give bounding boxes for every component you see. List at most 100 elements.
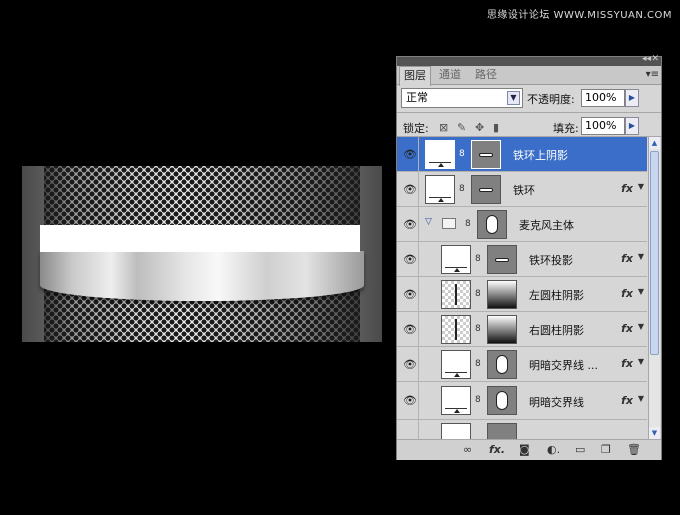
expand-effects-icon[interactable]: ▼ bbox=[638, 182, 644, 191]
add-style-fx-icon[interactable]: fx. bbox=[489, 443, 505, 456]
visibility-cell[interactable] bbox=[397, 420, 419, 439]
visibility-cell[interactable]: 👁 bbox=[397, 312, 419, 346]
folder-icon bbox=[442, 218, 456, 229]
eye-icon[interactable]: 👁 bbox=[403, 358, 417, 371]
expand-effects-icon[interactable]: ▼ bbox=[638, 252, 644, 261]
layer-row[interactable]: 👁 8 铁环投影 fx ▼ bbox=[397, 242, 647, 277]
chain-link-icon[interactable]: 8 bbox=[459, 149, 465, 159]
opacity-label: 不透明度: bbox=[527, 93, 575, 106]
chain-link-icon[interactable]: 8 bbox=[465, 219, 471, 229]
close-icon[interactable]: ✕ bbox=[651, 54, 659, 64]
folder-icon[interactable]: ▭ bbox=[575, 443, 585, 456]
watermark: 思缘设计论坛 WWW.MISSYUAN.COM bbox=[486, 10, 672, 21]
layer-thumbnail bbox=[441, 315, 471, 344]
lock-label: 锁定: bbox=[403, 122, 429, 135]
chain-link-icon[interactable]: 8 bbox=[475, 395, 481, 405]
chevron-down-icon[interactable]: ▼ bbox=[507, 91, 520, 105]
eye-icon[interactable]: 👁 bbox=[403, 218, 417, 231]
group-name: 麦克风主体 bbox=[519, 219, 574, 232]
layer-name: 明暗交界线 bbox=[529, 396, 584, 409]
visibility-cell[interactable]: 👁 bbox=[397, 277, 419, 311]
expand-effects-icon[interactable]: ▼ bbox=[638, 287, 644, 296]
add-mask-icon[interactable]: ◙ bbox=[519, 443, 530, 456]
panel-tabs: 图层 通道 路径 ▾≡ bbox=[397, 66, 661, 86]
fx-icon[interactable]: fx bbox=[621, 394, 633, 407]
layer-row[interactable] bbox=[397, 420, 647, 439]
visibility-cell[interactable]: 👁 bbox=[397, 172, 419, 206]
layers-footer-toolbar: ∞ fx. ◙ ◐. ▭ ❐ 🗑 bbox=[397, 439, 661, 460]
opacity-slider-button[interactable]: ▶ bbox=[625, 89, 639, 107]
blend-mode-select[interactable]: 正常 ▼ bbox=[401, 88, 523, 108]
expand-effects-icon[interactable]: ▼ bbox=[638, 394, 644, 403]
tab-paths[interactable]: 路径 bbox=[471, 66, 501, 84]
layer-row[interactable]: 👁 8 铁环 fx ▼ bbox=[397, 172, 647, 207]
layer-row[interactable]: 👁 8 明暗交界线 ... fx ▼ bbox=[397, 347, 647, 382]
eye-icon[interactable]: 👁 bbox=[403, 323, 417, 336]
chain-link-icon[interactable]: 8 bbox=[475, 254, 481, 264]
lock-image-brush-icon[interactable]: ✎ bbox=[457, 121, 466, 134]
fx-icon[interactable]: fx bbox=[621, 182, 633, 195]
mask-thumbnail bbox=[487, 315, 517, 344]
mask-thumbnail bbox=[487, 245, 517, 274]
adjustment-icon[interactable]: ◐. bbox=[547, 443, 560, 456]
fx-icon[interactable]: fx bbox=[621, 357, 633, 370]
layers-scrollbar[interactable]: ▲ ▼ bbox=[648, 137, 660, 439]
layer-thumbnail bbox=[441, 350, 471, 379]
fill-input[interactable]: 100% bbox=[581, 117, 625, 135]
layer-name: 左圆柱阴影 bbox=[529, 289, 584, 302]
eye-icon[interactable]: 👁 bbox=[403, 183, 417, 196]
mask-thumbnail bbox=[487, 386, 517, 415]
lock-transparent-icon[interactable]: ⊠ bbox=[439, 121, 448, 134]
expand-effects-icon[interactable]: ▼ bbox=[638, 357, 644, 366]
eye-icon[interactable]: 👁 bbox=[403, 394, 417, 407]
mask-thumbnail bbox=[487, 280, 517, 309]
disclosure-triangle-icon[interactable]: ▽ bbox=[425, 217, 432, 227]
tab-layers[interactable]: 图层 bbox=[399, 66, 431, 86]
fx-icon[interactable]: fx bbox=[621, 287, 633, 300]
chain-link-icon[interactable]: 8 bbox=[475, 359, 481, 369]
layer-row[interactable]: 👁 8 铁环上阴影 bbox=[397, 137, 647, 172]
tab-channels[interactable]: 通道 bbox=[435, 66, 465, 84]
layer-group-row[interactable]: 👁 ▽ 8 麦克风主体 bbox=[397, 207, 647, 242]
layer-thumbnail bbox=[425, 175, 455, 204]
ring-top-highlight bbox=[40, 225, 360, 252]
chain-link-icon[interactable]: 8 bbox=[459, 184, 465, 194]
eye-icon[interactable]: 👁 bbox=[403, 288, 417, 301]
fx-icon[interactable]: fx bbox=[621, 322, 633, 335]
mask-thumbnail bbox=[487, 423, 517, 439]
layer-name: 明暗交界线 ... bbox=[529, 359, 598, 372]
chain-link-icon[interactable]: 8 bbox=[475, 324, 481, 334]
layer-name: 铁环上阴影 bbox=[513, 149, 568, 162]
chain-link-icon[interactable]: ∞ bbox=[463, 443, 472, 456]
visibility-cell[interactable]: 👁 bbox=[397, 242, 419, 276]
scrollbar-thumb[interactable] bbox=[650, 151, 659, 355]
canvas-artwork[interactable] bbox=[22, 166, 382, 342]
eye-icon[interactable]: 👁 bbox=[403, 253, 417, 266]
panel-titlebar[interactable]: ◂◂ ✕ bbox=[397, 54, 661, 66]
scroll-up-icon[interactable]: ▲ bbox=[649, 137, 660, 149]
fill-slider-button[interactable]: ▶ bbox=[625, 117, 639, 135]
visibility-cell[interactable]: 👁 bbox=[397, 382, 419, 419]
visibility-cell[interactable]: 👁 bbox=[397, 137, 419, 171]
eye-icon[interactable]: 👁 bbox=[403, 148, 417, 161]
layers-panel: ◂◂ ✕ 图层 通道 路径 ▾≡ 正常 ▼ 不透明度: 100% ▶ 锁定: ⊠… bbox=[396, 54, 662, 460]
layer-row[interactable]: 👁 8 右圆柱阴影 fx ▼ bbox=[397, 312, 647, 347]
visibility-cell[interactable]: 👁 bbox=[397, 207, 419, 241]
layer-row[interactable]: 👁 8 左圆柱阴影 fx ▼ bbox=[397, 277, 647, 312]
collapse-icon[interactable]: ◂◂ bbox=[642, 54, 651, 64]
layer-thumbnail bbox=[441, 423, 471, 439]
visibility-cell[interactable]: 👁 bbox=[397, 347, 419, 381]
chain-link-icon[interactable]: 8 bbox=[475, 289, 481, 299]
trash-icon[interactable]: 🗑 bbox=[627, 443, 641, 456]
new-layer-icon[interactable]: ❐ bbox=[601, 443, 611, 456]
mask-thumbnail bbox=[487, 350, 517, 379]
panel-menu-icon[interactable]: ▾≡ bbox=[646, 69, 659, 80]
lock-position-move-icon[interactable]: ✥ bbox=[475, 121, 484, 134]
scroll-down-icon[interactable]: ▼ bbox=[649, 427, 660, 439]
lock-all-icon[interactable]: ▮ bbox=[493, 121, 499, 134]
fx-icon[interactable]: fx bbox=[621, 252, 633, 265]
mask-thumbnail bbox=[471, 140, 501, 169]
layer-row[interactable]: 👁 8 明暗交界线 fx ▼ bbox=[397, 382, 647, 420]
expand-effects-icon[interactable]: ▼ bbox=[638, 322, 644, 331]
opacity-input[interactable]: 100% bbox=[581, 89, 625, 107]
